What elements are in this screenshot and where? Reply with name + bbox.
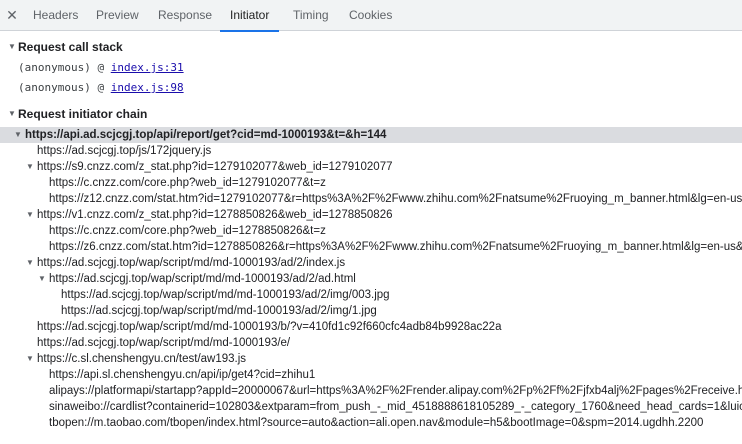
chain-row[interactable]: https://api.sl.chenshengyu.cn/api/ip/get… — [0, 367, 742, 383]
chain-row[interactable]: tbopen://m.taobao.com/tbopen/index.html?… — [0, 415, 742, 431]
chain-url: https://z12.cnzz.com/stat.htm?id=1279102… — [49, 193, 742, 205]
expanded-triangle-icon: ▼ — [8, 109, 16, 118]
frame-function-name: (anonymous) — [18, 81, 91, 94]
chain-row[interactable]: https://ad.scjcgj.top/js/172jquery.js — [0, 143, 742, 159]
chain-url: https://ad.scjcgj.top/wap/script/md/md-1… — [37, 257, 346, 269]
initiator-chain-title: Request initiator chain — [18, 107, 148, 121]
call-stack-title: Request call stack — [18, 40, 123, 54]
chain-row-selected[interactable]: ▼ https://api.ad.scjcgj.top/api/report/ge… — [0, 127, 742, 143]
chain-row[interactable]: ▼ https://c.sl.chenshengyu.cn/test/aw193.… — [0, 351, 742, 367]
frame-source-link[interactable]: index.js:31 — [111, 61, 184, 74]
chain-url: https://z6.cnzz.com/stat.htm?id=12788508… — [49, 241, 742, 253]
expand-triangle-icon[interactable]: ▼ — [13, 127, 23, 143]
chain-row[interactable]: ▼ https://ad.scjcgj.top/wap/script/md/md-… — [0, 255, 742, 271]
chain-url: https://ad.scjcgj.top/wap/script/md/md-1… — [37, 337, 291, 349]
chain-row[interactable]: ▼ https://ad.scjcgj.top/wap/script/md/md-… — [0, 271, 742, 287]
frame-at-sign: @ — [97, 61, 105, 74]
chain-url: https://ad.scjcgj.top/wap/script/md/md-1… — [49, 273, 356, 285]
tab-preview[interactable]: Preview — [94, 0, 141, 31]
chain-row[interactable]: ▼ https://s9.cnzz.com/z_stat.php?id=12791… — [0, 159, 742, 175]
chain-row[interactable]: https://ad.scjcgj.top/wap/script/md/md-1… — [0, 335, 742, 351]
chain-url: https://ad.scjcgj.top/wap/script/md/md-1… — [37, 321, 502, 333]
chain-row[interactable]: https://ad.scjcgj.top/wap/script/md/md-1… — [0, 319, 742, 335]
expand-triangle-icon[interactable]: ▼ — [25, 207, 35, 223]
chain-url: https://c.cnzz.com/core.php?web_id=12791… — [49, 177, 326, 189]
chain-url: https://ad.scjcgj.top/wap/script/md/md-1… — [61, 305, 377, 317]
tab-response[interactable]: Response — [156, 0, 214, 31]
chain-url: https://c.sl.chenshengyu.cn/test/aw193.j… — [37, 353, 247, 365]
frame-function-name: (anonymous) — [18, 61, 91, 74]
chain-url: https://ad.scjcgj.top/wap/script/md/md-1… — [61, 289, 390, 301]
expand-triangle-icon[interactable]: ▼ — [25, 159, 35, 175]
chain-row[interactable]: https://c.cnzz.com/core.php?web_id=12788… — [0, 223, 742, 239]
expand-triangle-icon[interactable]: ▼ — [37, 271, 47, 287]
close-panel-icon[interactable]: ✕ — [5, 7, 19, 23]
chain-url: https://s9.cnzz.com/z_stat.php?id=127910… — [37, 161, 393, 173]
chain-row[interactable]: https://z6.cnzz.com/stat.htm?id=12788508… — [0, 239, 742, 255]
call-stack-frame: (anonymous) @ index.js:31 — [18, 60, 184, 76]
chain-row[interactable]: https://ad.scjcgj.top/wap/script/md/md-1… — [0, 303, 742, 319]
chain-row[interactable]: https://ad.scjcgj.top/wap/script/md/md-1… — [0, 287, 742, 303]
chain-row[interactable]: sinaweibo://cardlist?containerid=102803&… — [0, 399, 742, 415]
expand-triangle-icon[interactable]: ▼ — [25, 255, 35, 271]
chain-url: tbopen://m.taobao.com/tbopen/index.html?… — [49, 417, 704, 429]
tab-headers[interactable]: Headers — [31, 0, 80, 31]
chain-url: https://api.ad.scjcgj.top/api/report/get… — [25, 129, 387, 141]
chain-row[interactable]: https://z12.cnzz.com/stat.htm?id=1279102… — [0, 191, 742, 207]
frame-source-link[interactable]: index.js:98 — [111, 81, 184, 94]
tab-cookies[interactable]: Cookies — [347, 0, 394, 31]
chain-row[interactable]: ▼ https://v1.cnzz.com/z_stat.php?id=12788… — [0, 207, 742, 223]
chain-url: sinaweibo://cardlist?containerid=102803&… — [49, 401, 742, 413]
initiator-chain-header[interactable]: ▼ Request initiator chain — [0, 105, 742, 123]
chain-url: alipays://platformapi/startapp?appId=200… — [49, 385, 742, 397]
tab-initiator[interactable]: Initiator — [219, 0, 280, 32]
call-stack-frame: (anonymous) @ index.js:98 — [18, 80, 184, 96]
chain-row[interactable]: alipays://platformapi/startapp?appId=200… — [0, 383, 742, 399]
frame-at-sign: @ — [97, 81, 105, 94]
chain-url: https://v1.cnzz.com/z_stat.php?id=127885… — [37, 209, 393, 221]
devtools-tab-bar: ✕ Headers Preview Response Initiator Tim… — [0, 0, 742, 32]
chain-url: https://c.cnzz.com/core.php?web_id=12788… — [49, 225, 326, 237]
chain-url: https://api.sl.chenshengyu.cn/api/ip/get… — [49, 369, 316, 381]
expanded-triangle-icon: ▼ — [8, 42, 16, 51]
expand-triangle-icon[interactable]: ▼ — [25, 351, 35, 367]
chain-row[interactable]: https://c.cnzz.com/core.php?web_id=12791… — [0, 175, 742, 191]
tab-timing[interactable]: Timing — [291, 0, 331, 31]
call-stack-header[interactable]: ▼ Request call stack — [0, 38, 742, 56]
chain-url: https://ad.scjcgj.top/js/172jquery.js — [37, 145, 212, 157]
